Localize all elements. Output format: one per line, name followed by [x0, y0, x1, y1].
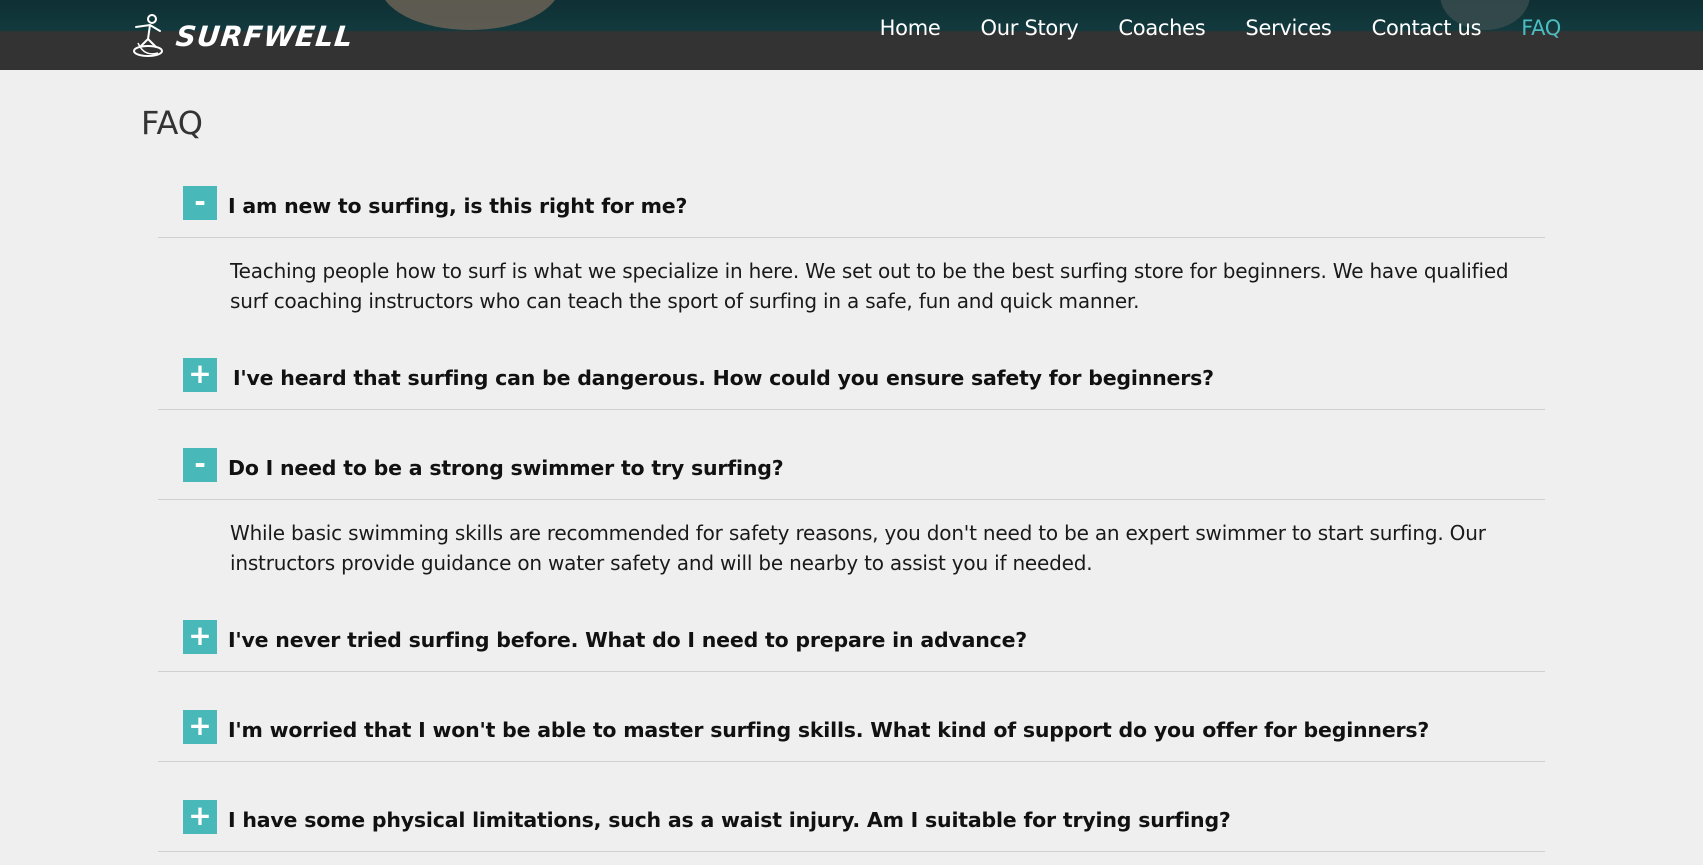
nav-contact-us[interactable]: Contact us	[1372, 16, 1482, 40]
faq-question-row[interactable]: + I have some physical limitations, such…	[158, 800, 1545, 852]
faq-list: - I am new to surfing, is this right for…	[158, 186, 1545, 852]
faq-question[interactable]: Do I need to be a strong swimmer to try …	[228, 456, 784, 480]
faq-question[interactable]: I've never tried surfing before. What do…	[228, 628, 1027, 652]
site-header: SURFWELL Home Our Story Coaches Services…	[0, 0, 1703, 70]
nav-faq[interactable]: FAQ	[1521, 16, 1561, 40]
page-title: FAQ	[141, 104, 203, 142]
faq-question[interactable]: I'm worried that I won't be able to mast…	[228, 718, 1429, 742]
collapse-toggle-button[interactable]: -	[183, 186, 217, 220]
nav-services[interactable]: Services	[1245, 16, 1331, 40]
expand-toggle-button[interactable]: +	[183, 620, 217, 654]
main-nav: Home Our Story Coaches Services Contact …	[880, 16, 1562, 40]
surfer-icon	[133, 14, 163, 57]
faq-question-row[interactable]: + I'm worried that I won't be able to ma…	[158, 710, 1545, 762]
hero-image-fragment	[380, 0, 560, 30]
nav-our-story[interactable]: Our Story	[981, 16, 1079, 40]
faq-question[interactable]: I have some physical limitations, such a…	[228, 808, 1231, 832]
faq-answer: Teaching people how to surf is what we s…	[230, 259, 1509, 313]
faq-question-row[interactable]: + I've never tried surfing before. What …	[158, 620, 1545, 672]
expand-toggle-button[interactable]: +	[183, 800, 217, 834]
faq-question-row[interactable]: - I am new to surfing, is this right for…	[158, 186, 1545, 238]
faq-question[interactable]: I've heard that surfing can be dangerous…	[233, 366, 1214, 390]
nav-coaches[interactable]: Coaches	[1118, 16, 1205, 40]
faq-question-row[interactable]: - Do I need to be a strong swimmer to tr…	[158, 448, 1545, 500]
faq-answer: While basic swimming skills are recommen…	[230, 521, 1486, 575]
brand-name: SURFWELL	[174, 19, 356, 53]
site-logo[interactable]: SURFWELL	[130, 14, 356, 58]
nav-home[interactable]: Home	[880, 16, 941, 40]
faq-question[interactable]: I am new to surfing, is this right for m…	[228, 194, 687, 218]
faq-question-row[interactable]: + I've heard that surfing can be dangero…	[158, 358, 1545, 410]
expand-toggle-button[interactable]: +	[183, 358, 217, 392]
expand-toggle-button[interactable]: +	[183, 710, 217, 744]
collapse-toggle-button[interactable]: -	[183, 448, 217, 482]
